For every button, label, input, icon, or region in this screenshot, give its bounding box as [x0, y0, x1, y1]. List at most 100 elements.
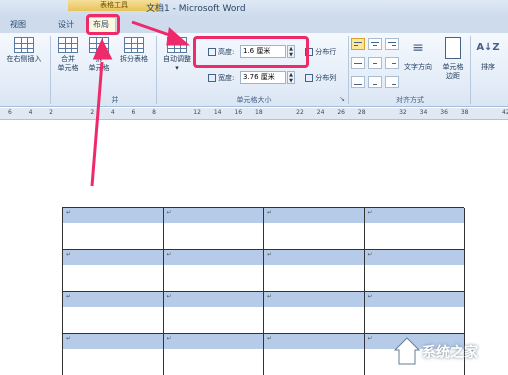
cell-end-mark: ↵ [66, 335, 72, 342]
ruler-mark: 16 [234, 109, 243, 116]
ruler-mark: 4 [28, 109, 33, 116]
align-middle-center-button[interactable] [368, 57, 382, 69]
merge-cells-label-2: 单元格 [57, 64, 79, 72]
cell-end-mark: ↵ [267, 335, 273, 342]
table-cell-selected[interactable]: ↵ [63, 292, 164, 307]
horizontal-ruler[interactable]: 6 4 2 2 4 6 8 12 14 16 18 22 24 26 28 32 34 36 38 42 [0, 108, 508, 120]
table-cell-selected[interactable]: ↵ [163, 250, 264, 265]
ruler-mark: 2 [49, 109, 53, 116]
col-width-control: 宽度: 3.76 厘米 ▲ ▼ [208, 71, 302, 85]
table-cell-selected[interactable]: ↵ [364, 250, 465, 265]
table-cell[interactable] [364, 307, 465, 334]
split-table-icon [124, 37, 144, 53]
merge-cells-button[interactable]: 合并 单元格 [53, 37, 83, 73]
table-cell[interactable] [63, 223, 164, 250]
cell-size-dialog-launcher-icon[interactable]: ↘ [338, 95, 346, 103]
distribute-rows-button[interactable]: 分布行 [305, 45, 349, 59]
align-top-center-button[interactable] [368, 38, 382, 50]
cell-margins-icon [445, 37, 461, 59]
tab-design[interactable]: 设计 [58, 18, 74, 32]
cell-margins-label-2: 边距 [446, 72, 460, 80]
cell-end-mark: ↵ [367, 293, 373, 300]
col-width-label: 宽度: [218, 74, 235, 82]
table-cell[interactable] [63, 265, 164, 292]
table-cell-selected[interactable]: ↵ [63, 208, 164, 223]
tab-view[interactable]: 视图 [10, 18, 26, 32]
ruler-mark: 34 [419, 109, 428, 116]
table-cell-selected[interactable]: ↵ [264, 250, 365, 265]
ruler-mark: 24 [316, 109, 325, 116]
table-cell-selected[interactable]: ↵ [364, 292, 465, 307]
cell-margins-label-1: 单元格 [442, 63, 464, 71]
align-middle-right-button[interactable] [385, 57, 399, 69]
cell-size-group-label: 单元格大小 [236, 96, 272, 104]
table-cell[interactable] [364, 223, 465, 250]
separator [50, 36, 51, 104]
split-cells-label-1: 拆 [95, 55, 103, 63]
insert-right-label: 在右侧插入 [6, 55, 42, 63]
cell-end-mark: ↵ [367, 335, 373, 342]
table-cell[interactable] [364, 265, 465, 292]
table-cell-selected[interactable]: ↵ [264, 208, 365, 223]
table-cell[interactable] [164, 349, 264, 375]
table-cell[interactable] [63, 307, 164, 334]
align-bottom-center-button[interactable] [368, 76, 382, 88]
table-cell[interactable] [163, 265, 264, 292]
align-middle-left-button[interactable] [351, 57, 365, 69]
autofit-label: 自动调整 [163, 55, 191, 63]
table-cell[interactable] [264, 307, 365, 334]
separator [156, 36, 157, 104]
text-direction-button[interactable]: ≡ 文字方向 [400, 37, 436, 72]
distribute-cols-icon [305, 74, 313, 82]
table-cell[interactable] [264, 265, 365, 292]
table-cell[interactable] [264, 349, 365, 375]
ruler-mark: 36 [440, 109, 448, 116]
col-width-icon [208, 74, 216, 82]
col-width-spinner[interactable]: ▲ ▼ [287, 71, 295, 84]
ruler-mark: 22 [296, 109, 304, 116]
split-cells-button[interactable]: 拆 单元格 [86, 37, 112, 73]
col-width-input[interactable]: 3.76 厘米 [240, 71, 286, 84]
watermark-logo: 系统之家 [392, 332, 504, 370]
ruler-mark: 26 [337, 109, 345, 116]
ruler-mark: 6 [8, 109, 12, 116]
insert-right-button[interactable]: 在右侧插入 [2, 37, 46, 64]
ruler-mark: 42 [502, 109, 508, 116]
autofit-dropdown-icon: ▾ [175, 64, 179, 72]
cell-margins-button[interactable]: 单元格 边距 [438, 37, 468, 81]
table-cell[interactable] [163, 223, 264, 250]
split-table-button[interactable]: 拆分表格 [114, 37, 154, 64]
align-bottom-left-button[interactable] [351, 76, 365, 88]
align-bottom-right-button[interactable] [385, 76, 399, 88]
split-table-label: 拆分表格 [120, 55, 148, 63]
table-cell-selected[interactable]: ↵ [264, 334, 365, 349]
table-cell-selected[interactable]: ↵ [364, 208, 465, 223]
autofit-button[interactable]: 自动调整 ▾ [158, 37, 196, 73]
align-top-left-button[interactable] [351, 38, 365, 50]
table-cell-selected[interactable]: ↵ [163, 334, 264, 349]
text-direction-icon: ≡ [412, 40, 424, 56]
table-cell-selected[interactable]: ↵ [264, 292, 365, 307]
table-cell-selected[interactable]: ↵ [163, 208, 264, 223]
table-cell[interactable] [63, 349, 164, 375]
distribute-cols-button[interactable]: 分布列 [305, 71, 349, 85]
table-cell-selected[interactable]: ↵ [163, 292, 264, 307]
watermark-text: 系统之家 [422, 345, 478, 361]
sort-button[interactable]: A↓Z 排序 [474, 37, 502, 72]
cell-end-mark: ↵ [66, 293, 72, 300]
table-cell[interactable] [264, 223, 365, 250]
ruler-mark: 8 [152, 109, 156, 116]
cell-end-mark: ↵ [66, 209, 72, 216]
text-direction-label: 文字方向 [404, 63, 432, 71]
table-cell[interactable] [163, 307, 264, 334]
distribute-rows-label: 分布行 [315, 48, 337, 56]
cell-end-mark: ↵ [367, 209, 373, 216]
table-cell-selected[interactable]: ↵ [63, 250, 164, 265]
cell-end-mark: ↵ [166, 251, 172, 258]
table-cell-selected[interactable]: ↵ [63, 334, 164, 349]
align-top-right-button[interactable] [385, 38, 399, 50]
layout-tab-highlight [86, 14, 120, 35]
ribbon-tabs: 视图 设计 布局 [0, 17, 508, 33]
split-cells-icon [89, 37, 109, 53]
merge-cells-label-1: 合并 [61, 55, 75, 63]
